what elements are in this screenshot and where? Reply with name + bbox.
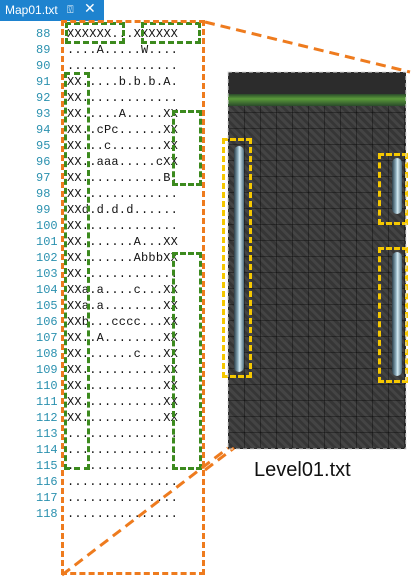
- pipe-highlight-right-upper: [378, 153, 408, 225]
- line-number: 103: [36, 267, 58, 281]
- line-number: 104: [36, 283, 58, 297]
- level-caption: Level01.txt: [254, 459, 351, 481]
- line-number: 112: [36, 411, 58, 425]
- line-number: 116: [36, 475, 58, 489]
- line-number: 90: [36, 59, 51, 73]
- line-number: 109: [36, 363, 58, 377]
- line-number: 99: [36, 203, 51, 217]
- line-number: 94: [36, 123, 51, 137]
- line-number: 101: [36, 235, 58, 249]
- line-number: 105: [36, 299, 58, 313]
- line-number: 91: [36, 75, 51, 89]
- level-platform-bar: [228, 94, 406, 106]
- line-number: 114: [36, 443, 58, 457]
- line-number: 92: [36, 91, 51, 105]
- line-number: 100: [36, 219, 58, 233]
- line-number: 93: [36, 107, 51, 121]
- line-number: 113: [36, 427, 58, 441]
- level-top-band: [228, 72, 406, 94]
- line-number: 108: [36, 347, 58, 361]
- line-number: 96: [36, 155, 51, 169]
- editor-tab[interactable]: Map01.txt ⍔ ✕: [0, 0, 104, 21]
- pin-icon[interactable]: ⍔: [67, 3, 74, 17]
- line-number: 89: [36, 43, 51, 57]
- line-number: 115: [36, 459, 58, 473]
- line-number: 117: [36, 491, 58, 505]
- line-number: 107: [36, 331, 58, 345]
- line-number: 102: [36, 251, 58, 265]
- line-number: 110: [36, 379, 58, 393]
- line-number: 98: [36, 187, 51, 201]
- map-region-outline: [61, 20, 205, 575]
- line-number: 111: [36, 395, 58, 409]
- line-number: 95: [36, 139, 51, 153]
- line-number: 106: [36, 315, 58, 329]
- pipe-highlight-left: [222, 138, 252, 378]
- line-number: 88: [36, 27, 51, 41]
- figure-root: Map01.txt ⍔ ✕ 88 XXXXXX...XXXXXX 89 ....A..…: [0, 0, 414, 578]
- close-icon[interactable]: ✕: [84, 1, 96, 17]
- line-number: 97: [36, 171, 51, 185]
- line-number: 118: [36, 507, 58, 521]
- pipe-highlight-right-lower: [378, 247, 408, 383]
- tab-label: Map01.txt: [5, 3, 58, 17]
